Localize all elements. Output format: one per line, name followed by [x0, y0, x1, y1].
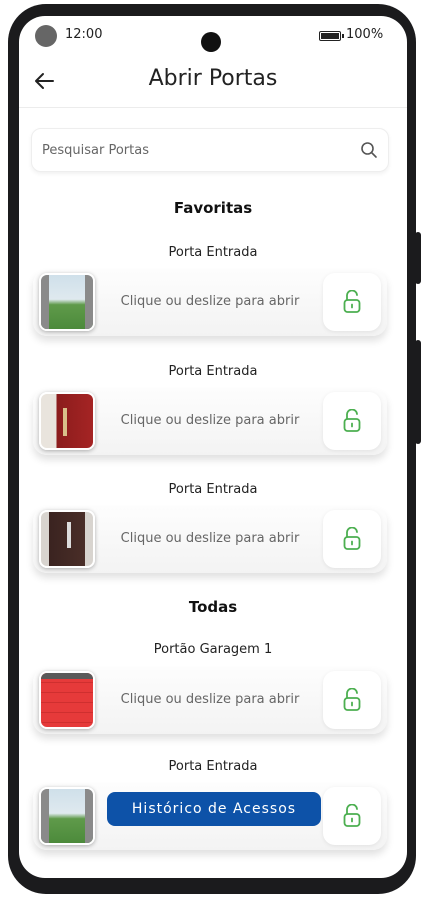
door-thumbnail	[39, 392, 95, 450]
unlock-icon	[343, 527, 361, 550]
door-name: Portão Garagem 1	[153, 642, 273, 657]
status-bar: 12:00 100%	[19, 16, 407, 56]
front-camera	[201, 32, 221, 52]
door-hint: Clique ou deslize para abrir	[120, 531, 300, 546]
door-thumbnail	[39, 671, 95, 729]
battery-percentage: 100%	[346, 27, 384, 42]
door-card[interactable]: Clique ou deslize para abrir	[33, 507, 387, 573]
door-hint: Clique ou deslize para abrir	[120, 294, 300, 309]
access-history-button[interactable]: Histórico de Acessos	[107, 792, 321, 826]
unlock-icon	[343, 688, 361, 711]
notification-dot-icon	[35, 25, 57, 47]
status-time: 12:00	[65, 27, 103, 42]
door-thumbnail	[39, 787, 95, 845]
battery-icon	[319, 31, 344, 41]
unlock-button[interactable]	[323, 273, 381, 331]
unlock-icon	[343, 290, 361, 313]
door-card[interactable]: Clique ou deslize para abrir	[33, 389, 387, 455]
unlock-button[interactable]	[323, 392, 381, 450]
search-icon[interactable]	[360, 141, 378, 159]
door-thumbnail	[39, 510, 95, 568]
unlock-icon	[343, 804, 361, 827]
section-title-all: Todas	[188, 598, 238, 616]
page-title: Abrir Portas	[148, 66, 278, 91]
door-thumbnail	[39, 273, 95, 331]
search-bar	[31, 128, 389, 172]
unlock-icon	[343, 409, 361, 432]
door-name: Porta Entrada	[168, 364, 258, 379]
door-name: Porta Entrada	[168, 245, 258, 260]
phone-side-button	[415, 232, 421, 284]
door-hint: Clique ou deslize para abrir	[120, 413, 300, 428]
unlock-button[interactable]	[323, 510, 381, 568]
phone-side-button	[415, 340, 421, 444]
door-card[interactable]: Clique ou deslize para abrir	[33, 668, 387, 734]
search-input[interactable]	[42, 129, 342, 171]
door-hint: Clique ou deslize para abrir	[120, 692, 300, 707]
unlock-button[interactable]	[323, 787, 381, 845]
door-name: Porta Entrada	[168, 759, 258, 774]
app-header: Abrir Portas	[19, 60, 407, 108]
section-title-favorites: Favoritas	[173, 199, 253, 217]
app-screen: 12:00 100% Abrir Portas Favoritas Porta …	[19, 16, 407, 878]
unlock-button[interactable]	[323, 671, 381, 729]
door-name: Porta Entrada	[168, 482, 258, 497]
door-card[interactable]: Clique ou deslize para abrir	[33, 270, 387, 336]
